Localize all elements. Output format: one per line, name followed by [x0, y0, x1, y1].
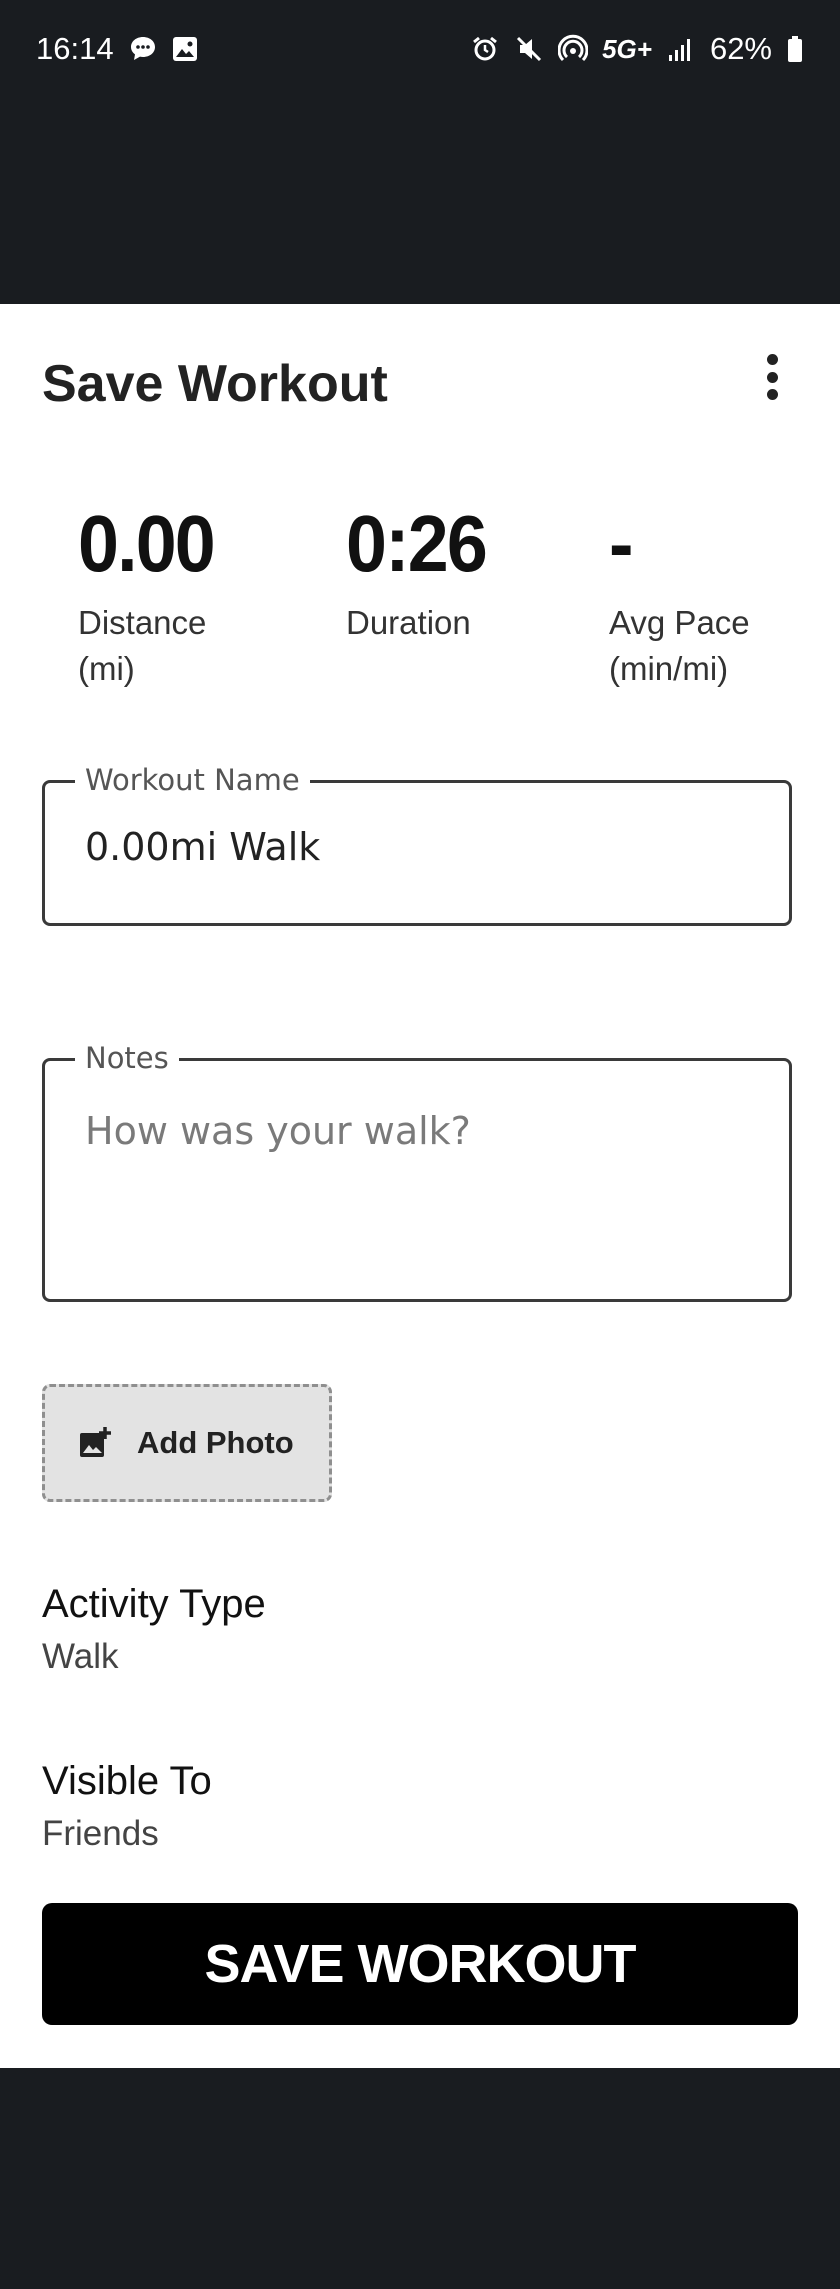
save-workout-sheet: Save Workout 0.00 Distance (mi) 0:26 Dur…	[0, 304, 840, 2068]
image-icon	[170, 34, 200, 64]
stat-label: Avg Pace (min/mi)	[609, 604, 750, 687]
notes-label: Notes	[75, 1041, 179, 1075]
visible-to-setting[interactable]: Visible To Friends	[42, 1759, 212, 1851]
notes-field[interactable]: Notes	[42, 1041, 792, 1302]
save-workout-button[interactable]: SAVE WORKOUT	[42, 1903, 798, 2025]
stat-label: Distance (mi)	[78, 604, 207, 687]
stat-avg-pace: - Avg Pace (min/mi)	[609, 504, 779, 692]
visible-to-title: Visible To	[42, 1759, 212, 1803]
notification-icons	[128, 34, 200, 64]
add-photo-button[interactable]: Add Photo	[42, 1384, 332, 1502]
message-icon	[128, 34, 158, 64]
workout-stats: 0.00 Distance (mi) 0:26 Duration - Avg P…	[0, 504, 840, 714]
system-icons: 5G+ 62%	[470, 31, 804, 67]
stat-value: 0.00	[78, 499, 216, 588]
visible-to-value: Friends	[42, 1814, 159, 1851]
network-icon: 5G+	[602, 33, 652, 64]
more-options-icon[interactable]	[760, 354, 784, 400]
status-bar: 16:14 5G+ 62%	[0, 0, 840, 100]
mute-icon	[514, 34, 544, 64]
signal-icon	[666, 34, 696, 64]
stat-distance: 0.00 Distance (mi)	[78, 504, 248, 692]
activity-type-setting[interactable]: Activity Type Walk	[42, 1582, 266, 1677]
stat-value: -	[609, 499, 634, 588]
stat-value: 0:26	[346, 499, 488, 588]
stat-duration: 0:26 Duration	[346, 504, 516, 646]
battery-text: 62%	[709, 31, 772, 66]
battery-icon	[786, 34, 804, 64]
activity-type-value: Walk	[42, 1637, 119, 1676]
add-photo-label: Add Photo	[137, 1425, 294, 1460]
alarm-icon	[470, 34, 500, 64]
add-photo-icon	[77, 1425, 113, 1461]
stat-label: Duration	[346, 604, 471, 641]
hotspot-icon	[558, 34, 589, 64]
status-time: 16:14	[36, 31, 114, 66]
workout-name-field[interactable]: Workout Name	[42, 763, 792, 926]
activity-type-title: Activity Type	[42, 1582, 266, 1626]
notes-input[interactable]	[85, 1109, 745, 1279]
page-title: Save Workout	[42, 355, 388, 413]
workout-name-label: Workout Name	[75, 763, 310, 797]
workout-name-input[interactable]	[85, 825, 745, 869]
